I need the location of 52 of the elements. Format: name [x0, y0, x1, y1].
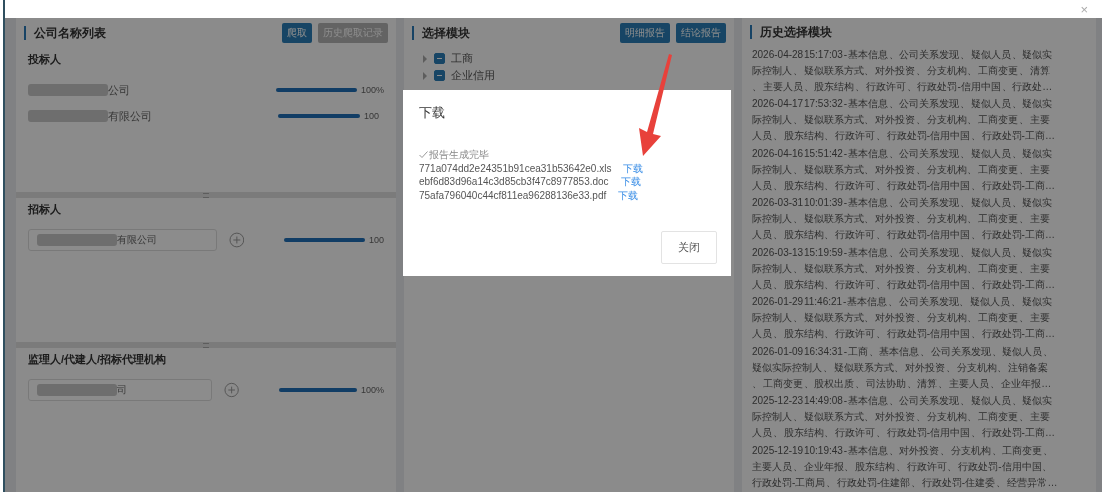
check-icon: [419, 151, 428, 159]
file-name: 771a074dd2e24351b91cea31b53642e0.xls: [419, 161, 612, 175]
file-name: ebf6d83d96a14c3d85cb3f47c8977853.doc: [419, 175, 609, 189]
splitter-handle[interactable]: [16, 342, 396, 348]
add-circle-icon[interactable]: [228, 232, 245, 248]
panel-title: 公司名称列表: [34, 24, 107, 42]
history-entry[interactable]: 2026-03-31 10:01:39 - 基本信息 、 公司关系发现 、 疑似人员 、 疑似实 际控制人 、 疑似联系方式 、 对外投资 、 分支机构 、 工商变更 、 主要 人员 、 股东结构 、 行政许可 、 行政处罚-信用中国 、 行政处罚-工商…: [752, 195, 1055, 243]
history-entry[interactable]: 2026-04-17 17:53:32 - 基本信息 、 公司关系发现 、 疑似人员 、 疑似实 际控制人 、 疑似联系方式 、 对外投资 、 分支机构 、 工商变更 、 主要 人员 、 股东结构 、 行政许可 、 行政处罚-信用中国 、 行政处罚-工商…: [752, 96, 1055, 144]
progress-reading: 100: [369, 235, 384, 245]
history-entry[interactable]: 2026-04-28 15:17:03 - 基本信息 、 公司关系发现 、 疑似人员 、 疑似实 际控制人 、 疑似联系方式 、 对外投资 、 分支机构 、 工商变更 、 清算 、 主要人员 、 股东结构 、 行政许可 、 行政处罚-信用中国 、 行政处…: [752, 46, 1053, 95]
panel-title: 历史选择模块: [760, 23, 833, 41]
history-entry[interactable]: 2025-12-23 14:49:08 - 基本信息 、 公司关系发现 、 疑似人员 、 疑似实 际控制人 、 疑似联系方式 、 对外投资 、 分支机构 、 工商变更 、 主要 人员 、 股东结构 、 行政许可 、 行政处罚-信用中国 、 行政处罚-工商…: [752, 393, 1055, 441]
download-link[interactable]: 下载: [620, 175, 641, 189]
company-input-field[interactable]: 司: [28, 379, 212, 401]
progress-reading: 100: [364, 111, 380, 121]
header-button[interactable]: 爬取: [282, 23, 312, 43]
download-link[interactable]: 下载: [618, 188, 639, 202]
header-button[interactable]: 明细报告: [620, 23, 670, 43]
section-title: 监理人/代建人/招标代理机构: [28, 352, 168, 367]
tree-item-label[interactable]: 工商: [451, 51, 473, 66]
title-accent-bar: [750, 25, 752, 40]
close-icon[interactable]: ×: [1080, 2, 1088, 16]
history-entry[interactable]: 2026-04-16 15:51:42 - 基本信息 、 公司关系发现 、 疑似人员 、 疑似实 际控制人 、 疑似联系方式 、 对外投资 、 分支机构 、 工商变更 、 主要 人员 、 股东结构 、 行政许可 、 行政处罚-信用中国 、 行政处罚-工商…: [752, 145, 1055, 194]
history-entry[interactable]: 2026-01-09 16:34:31 - 工商 、 基本信息 、 公司关系发现 、 疑似人员 、 疑似实际控制人 、 疑似联系方式 、 对外投资 、 分支机构 、 注销备案 、 工商变更 、 股权出质 、 司法协助 、 清算 、 主要人员 、 企业年报 …: [752, 343, 1054, 392]
company-name: 有限公司: [108, 108, 152, 124]
history-entry[interactable]: 2026-03-13 15:19:59 - 基本信息 、 公司关系发现 、 疑似人员 、 疑似实 际控制人 、 疑似联系方式 、 对外投资 、 分支机构 、 工商变更 、 主要 人员 、 股东结构 、 行政许可 、 行政处罚-信用中国 、 行政处罚-工商…: [752, 244, 1055, 293]
header-button[interactable]: 结论报告: [676, 23, 726, 43]
panel-title: 选择模块: [422, 24, 471, 42]
company-input-field[interactable]: 有限公司: [28, 229, 217, 251]
tree-item-label[interactable]: 企业信用: [451, 68, 495, 83]
add-circle-icon[interactable]: [223, 382, 239, 398]
download-link[interactable]: 下载: [623, 161, 644, 175]
company-name: 公司: [108, 82, 130, 98]
history-entry[interactable]: 2026-01-29 11:46:21 - 基本信息 、 公司关系发现 、 疑似人员 、 疑似实 际控制人 、 疑似联系方式 、 对外投资 、 分支机构 、 工商变更 、 主要 人员 、 股东结构 、 行政许可 、 行政处罚-信用中国 、 行政处罚-工商…: [752, 294, 1055, 342]
history-entry[interactable]: 2025-12-19 10:19:43 - 基本信息 、 对外投资 、 分支机构 、 工商变更 、 主要人员 、 企业年报 、 股东结构 、 行政许可 、 行政处罚-信用中国 、 行政处罚-工商局 、 行政处罚-住建部 、 行政处罚-住建委 、 经营异常 …: [752, 442, 1058, 491]
title-accent-bar: [24, 26, 26, 40]
grip-icon[interactable]: [203, 342, 209, 348]
section-title: 招标人: [28, 202, 62, 217]
tree-checkbox[interactable]: [434, 53, 445, 64]
tree-checkbox[interactable]: [434, 70, 445, 81]
splitter-handle[interactable]: [16, 192, 396, 198]
close-button[interactable]: 关闭: [661, 231, 717, 264]
title-accent-bar: [412, 26, 414, 40]
expand-caret-icon[interactable]: [422, 54, 428, 63]
dialog-title: 下载: [419, 104, 446, 122]
section-title: 投标人: [28, 52, 62, 67]
progress-reading: 100%: [360, 385, 384, 395]
expand-caret-icon[interactable]: [422, 71, 428, 80]
status-text: 报告生成完毕: [429, 148, 489, 162]
grip-icon[interactable]: [203, 192, 209, 198]
progress-reading: 100%: [360, 85, 384, 95]
file-name: 75afa796040c44cf811ea96288136e33.pdf: [419, 188, 607, 202]
